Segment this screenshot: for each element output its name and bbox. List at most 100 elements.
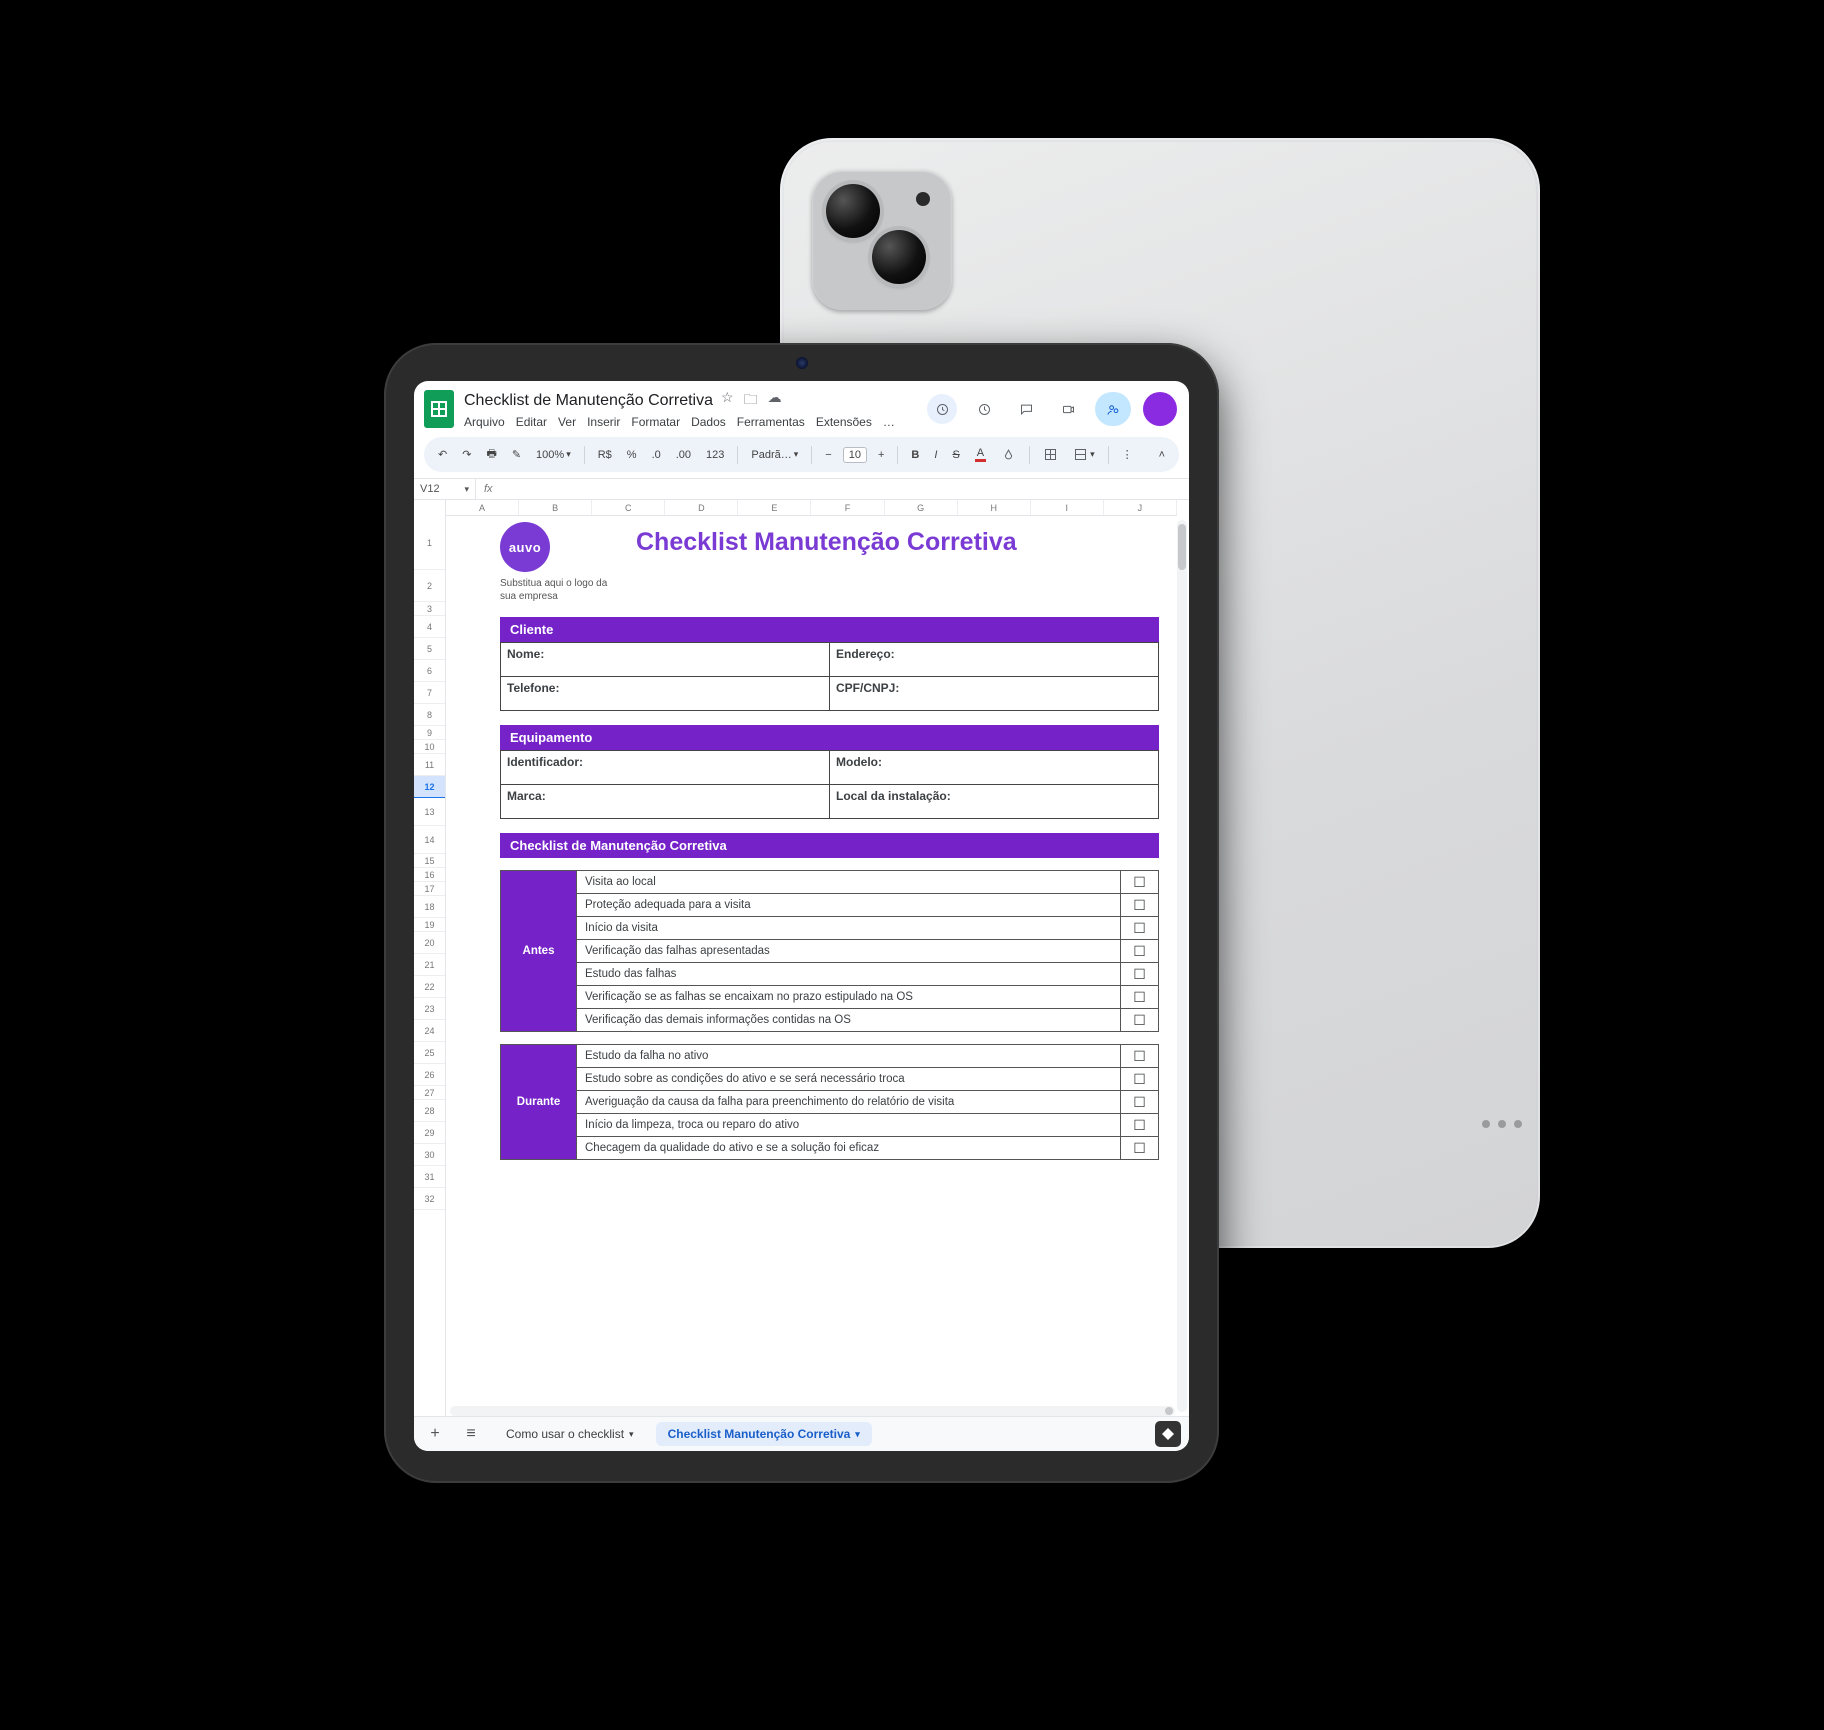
row-headers[interactable]: 1234567891011121314151617181920212223242… <box>414 500 446 1416</box>
row-header[interactable]: 28 <box>414 1100 445 1122</box>
col-header[interactable]: I <box>1031 500 1104 515</box>
row-header[interactable]: 25 <box>414 1042 445 1064</box>
last-edit-icon[interactable] <box>969 394 999 424</box>
row-header[interactable]: 19 <box>414 918 445 932</box>
meet-button[interactable] <box>1053 394 1083 424</box>
spreadsheet-area[interactable]: ABCDEFGHIJ 12345678910111213141516171819… <box>414 500 1189 1416</box>
document-title[interactable]: Checklist de Manutenção Corretiva <box>464 392 713 410</box>
row-header[interactable]: 31 <box>414 1166 445 1188</box>
row-header[interactable]: 10 <box>414 740 445 754</box>
col-header[interactable]: B <box>519 500 592 515</box>
checklist-item[interactable]: Verificação das falhas apresentadas <box>577 940 1121 963</box>
col-header[interactable]: D <box>665 500 738 515</box>
sheets-logo-icon[interactable] <box>424 390 454 428</box>
sheet-canvas[interactable]: auvo Substitua aqui o logo da sua empres… <box>446 500 1189 1416</box>
menu-inserir[interactable]: Inserir <box>587 415 620 429</box>
fill-color-button[interactable] <box>997 444 1020 465</box>
col-header[interactable]: E <box>738 500 811 515</box>
share-button[interactable] <box>1095 392 1131 426</box>
vertical-scrollbar[interactable] <box>1177 520 1187 1412</box>
row-header[interactable]: 29 <box>414 1122 445 1144</box>
strike-button[interactable]: S <box>948 446 963 464</box>
row-header[interactable]: 4 <box>414 616 445 638</box>
tab-checklist[interactable]: Checklist Manutenção Corretiva▾ <box>656 1422 872 1446</box>
menu-ferramentas[interactable]: Ferramentas <box>737 415 805 429</box>
checklist-item[interactable]: Início da visita <box>577 917 1121 940</box>
account-avatar[interactable] <box>1143 392 1177 426</box>
increase-decimal-button[interactable]: .00 <box>672 446 695 464</box>
decrease-decimal-button[interactable]: .0 <box>648 446 665 464</box>
field-telefone[interactable]: Telefone: <box>501 677 830 711</box>
star-icon[interactable]: ☆ <box>721 389 734 413</box>
add-sheet-button[interactable]: + <box>422 1421 448 1447</box>
menu-formatar[interactable]: Formatar <box>631 415 680 429</box>
history-button[interactable] <box>927 394 957 424</box>
merge-button[interactable]: ▾ <box>1069 444 1099 465</box>
menu-editar[interactable]: Editar <box>516 415 547 429</box>
col-header[interactable]: F <box>811 500 884 515</box>
row-header[interactable]: 21 <box>414 954 445 976</box>
row-header[interactable]: 30 <box>414 1144 445 1166</box>
font-size-increase[interactable]: + <box>874 446 888 464</box>
checklist-checkbox[interactable]: ☐ <box>1121 871 1159 894</box>
checklist-item[interactable]: Início da limpeza, troca ou reparo do at… <box>577 1114 1121 1137</box>
checklist-item[interactable]: Estudo das falhas <box>577 963 1121 986</box>
field-endereco[interactable]: Endereço: <box>830 643 1159 677</box>
menu-dados[interactable]: Dados <box>691 415 726 429</box>
col-header[interactable]: A <box>446 500 519 515</box>
checklist-item[interactable]: Visita ao local <box>577 871 1121 894</box>
row-header[interactable]: 2 <box>414 570 445 602</box>
menu-extensões[interactable]: Extensões <box>816 415 872 429</box>
checklist-checkbox[interactable]: ☐ <box>1121 940 1159 963</box>
row-header[interactable]: 12 <box>414 776 445 798</box>
col-header[interactable]: J <box>1104 500 1177 515</box>
zoom-select[interactable]: 100%▾ <box>532 446 575 464</box>
row-header[interactable]: 9 <box>414 726 445 740</box>
row-header[interactable]: 16 <box>414 868 445 882</box>
field-nome[interactable]: Nome: <box>501 643 830 677</box>
row-header[interactable]: 15 <box>414 854 445 868</box>
checklist-item[interactable]: Verificação das demais informações conti… <box>577 1009 1121 1032</box>
more-formats-button[interactable]: 123 <box>702 446 728 464</box>
row-header[interactable]: 5 <box>414 638 445 660</box>
checklist-checkbox[interactable]: ☐ <box>1121 894 1159 917</box>
field-identificador[interactable]: Identificador: <box>501 751 830 785</box>
tab-como-usar[interactable]: Como usar o checklist▾ <box>494 1422 646 1446</box>
checklist-item[interactable]: Checagem da qualidade do ativo e se a so… <box>577 1137 1121 1160</box>
row-header[interactable]: 3 <box>414 602 445 616</box>
col-header[interactable]: H <box>958 500 1031 515</box>
name-box[interactable]: V12▾ <box>414 479 476 499</box>
row-header[interactable]: 8 <box>414 704 445 726</box>
horizontal-scrollbar[interactable] <box>450 1406 1175 1416</box>
comments-button[interactable] <box>1011 394 1041 424</box>
row-header[interactable]: 1 <box>414 516 445 570</box>
checklist-checkbox[interactable]: ☐ <box>1121 1045 1159 1068</box>
checklist-checkbox[interactable]: ☐ <box>1121 986 1159 1009</box>
font-select[interactable]: Padrã…▾ <box>747 446 802 464</box>
field-local[interactable]: Local da instalação: <box>830 785 1159 819</box>
checklist-checkbox[interactable]: ☐ <box>1121 917 1159 940</box>
menu-arquivo[interactable]: Arquivo <box>464 415 505 429</box>
row-header[interactable]: 32 <box>414 1188 445 1210</box>
toolbar-collapse-button[interactable]: ˄ <box>1155 446 1169 464</box>
row-header[interactable]: 22 <box>414 976 445 998</box>
row-header[interactable]: 6 <box>414 660 445 682</box>
paint-format-button[interactable]: ✎ <box>508 445 525 464</box>
move-icon[interactable]: 🗀 <box>744 389 758 413</box>
field-modelo[interactable]: Modelo: <box>830 751 1159 785</box>
explore-button[interactable] <box>1155 1421 1181 1447</box>
checklist-item[interactable]: Proteção adequada para a visita <box>577 894 1121 917</box>
row-header[interactable]: 13 <box>414 798 445 826</box>
checklist-item[interactable]: Estudo sobre as condições do ativo e se … <box>577 1068 1121 1091</box>
all-sheets-button[interactable]: ≡ <box>458 1421 484 1447</box>
col-header[interactable]: C <box>592 500 665 515</box>
undo-button[interactable]: ↶ <box>434 445 451 464</box>
row-header[interactable]: 23 <box>414 998 445 1020</box>
row-header[interactable]: 18 <box>414 896 445 918</box>
field-cpf[interactable]: CPF/CNPJ: <box>830 677 1159 711</box>
print-button[interactable]: 🖶 <box>482 442 500 467</box>
borders-button[interactable] <box>1039 444 1062 465</box>
row-header[interactable]: 17 <box>414 882 445 896</box>
checklist-item[interactable]: Estudo da falha no ativo <box>577 1045 1121 1068</box>
checklist-checkbox[interactable]: ☐ <box>1121 1114 1159 1137</box>
